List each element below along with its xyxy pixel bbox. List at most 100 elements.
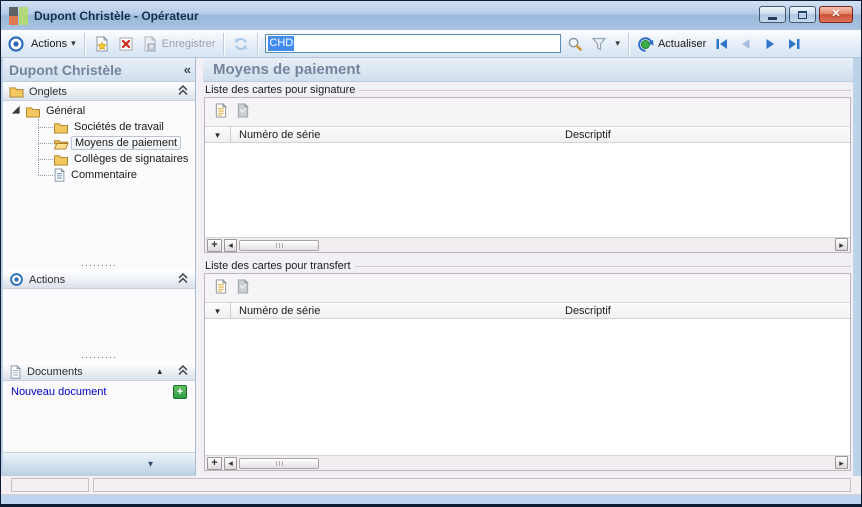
- tree-node-general[interactable]: Général: [3, 103, 195, 119]
- nav-previous-icon: [738, 36, 754, 52]
- title-bar[interactable]: Dupont Christèle - Opérateur ✕: [1, 1, 861, 30]
- tree-node-label: Collèges de signataires: [74, 153, 189, 165]
- sidebar-collapse-button[interactable]: «: [184, 62, 191, 77]
- sidebar: Dupont Christèle « Onglets Général Socié…: [3, 58, 196, 476]
- nav-last-icon: [786, 36, 802, 52]
- column-header-numero-serie[interactable]: Numéro de série: [231, 129, 557, 141]
- minimize-button[interactable]: [759, 6, 786, 23]
- panel-actions-header[interactable]: Actions: [3, 270, 195, 289]
- sidebar-filler: [3, 403, 195, 452]
- save-icon: [142, 35, 158, 52]
- grid-filter-dropdown[interactable]: ▾: [205, 303, 231, 318]
- actions-menu-button[interactable]: Actions ▾: [27, 36, 80, 52]
- collapse-chevron-icon: [177, 84, 189, 99]
- grid-toolbar: [205, 274, 850, 302]
- new-record-icon: [94, 35, 110, 52]
- actualiser-button[interactable]: Actualiser: [634, 34, 710, 54]
- reload-button[interactable]: [229, 34, 253, 54]
- panel-actions-body: [3, 289, 195, 354]
- folder-icon: [53, 121, 69, 134]
- minimize-icon: [768, 16, 777, 20]
- grid-open-card-button[interactable]: [235, 102, 251, 121]
- sidebar-bottom-bar[interactable]: ▾: [3, 452, 195, 476]
- status-bar: [1, 476, 861, 504]
- tree-node-label: Général: [46, 105, 86, 117]
- scroll-right-button[interactable]: ▸: [835, 238, 848, 251]
- column-header-descriptif[interactable]: Descriptif: [557, 305, 850, 317]
- chevron-down-icon: ▾: [615, 38, 620, 48]
- new-document-link[interactable]: Nouveau document: [11, 386, 106, 398]
- grid-scrollbar: + ◂ ▸: [205, 237, 850, 252]
- nav-previous-button[interactable]: [734, 34, 758, 54]
- nav-next-button[interactable]: [758, 34, 782, 54]
- app-window: Dupont Christèle - Opérateur ✕ Actions ▾: [0, 0, 862, 507]
- add-document-button[interactable]: +: [173, 385, 187, 399]
- panel-documents-header[interactable]: Documents ▴: [3, 362, 195, 381]
- new-card-icon: [213, 102, 229, 119]
- actualiser-label: Actualiser: [657, 37, 707, 50]
- filter-button[interactable]: [587, 34, 611, 54]
- grid-body-empty[interactable]: [205, 319, 850, 455]
- tree-node-societes[interactable]: Sociétés de travail: [3, 119, 195, 135]
- maximize-button[interactable]: [789, 6, 816, 23]
- toolbar-separator: [83, 32, 86, 55]
- grid-append-row-button[interactable]: +: [207, 456, 222, 470]
- new-record-button[interactable]: [90, 34, 114, 54]
- maximize-icon: [798, 10, 807, 19]
- frame-edge-right: [853, 58, 861, 476]
- tree-node-commentaire[interactable]: Commentaire: [3, 167, 195, 183]
- tree-node-colleges[interactable]: Collèges de signataires: [3, 151, 195, 167]
- close-button[interactable]: ✕: [819, 6, 853, 23]
- scroll-left-button[interactable]: ◂: [224, 456, 237, 470]
- scrollbar-thumb[interactable]: [239, 239, 319, 251]
- tree-node-label: Commentaire: [71, 169, 138, 181]
- cards-transfert-panel: ▾ Numéro de série Descriptif + ◂ ▸: [204, 273, 851, 471]
- panel-splitter-handle[interactable]: ·········: [3, 261, 195, 270]
- grid-new-card-button[interactable]: [213, 102, 229, 121]
- save-label: Enregistrer: [161, 37, 216, 50]
- toolbar-separator: [627, 32, 630, 55]
- search-value: CHD: [268, 36, 295, 51]
- scrollbar-thumb[interactable]: [239, 457, 319, 469]
- filter-dropdown-button[interactable]: ▾: [611, 36, 624, 51]
- actions-menu-label: Actions: [31, 37, 68, 50]
- group-caption-transfert: Liste des cartes pour transfert: [205, 260, 851, 272]
- tree-node-label: Sociétés de travail: [74, 121, 164, 133]
- grid-open-card-button[interactable]: [235, 278, 251, 297]
- grid-new-card-button[interactable]: [213, 278, 229, 297]
- grid-filter-dropdown[interactable]: ▾: [205, 127, 231, 142]
- delete-record-button[interactable]: [114, 34, 138, 54]
- scroll-left-button[interactable]: ◂: [224, 238, 237, 252]
- grid-append-row-button[interactable]: +: [207, 238, 222, 252]
- document-icon: [9, 364, 22, 379]
- grid-header-row: ▾ Numéro de série Descriptif: [205, 302, 850, 319]
- scroll-right-button[interactable]: ▸: [835, 456, 848, 469]
- delete-record-icon: [118, 36, 134, 52]
- grid-header-row: ▾ Numéro de série Descriptif: [205, 126, 850, 143]
- collapse-chevron-icon: [177, 272, 189, 287]
- status-row: [1, 476, 861, 495]
- open-card-icon-disabled: [235, 102, 251, 119]
- column-header-descriptif[interactable]: Descriptif: [557, 129, 850, 141]
- onglets-tree: Général Sociétés de travail Moyens de pa…: [3, 101, 195, 262]
- chevron-down-icon: ▾: [147, 459, 153, 470]
- panel-onglets-header[interactable]: Onglets: [3, 82, 195, 101]
- nav-next-icon: [762, 36, 778, 52]
- save-button[interactable]: Enregistrer: [138, 34, 220, 54]
- nav-last-button[interactable]: [782, 34, 806, 54]
- nav-first-button[interactable]: [710, 34, 734, 54]
- page-title: Moyens de paiement: [213, 61, 361, 78]
- toolbar-separator: [257, 32, 260, 55]
- tree-node-moyens-selected[interactable]: Moyens de paiement: [3, 135, 195, 151]
- grid-body-empty[interactable]: [205, 143, 850, 237]
- status-cell-left: [11, 478, 89, 492]
- new-card-icon: [213, 278, 229, 295]
- folder-icon: [25, 105, 41, 118]
- tree-node-label-selected: Moyens de paiement: [71, 136, 182, 150]
- tree-expander-icon[interactable]: [10, 104, 21, 118]
- search-input[interactable]: CHD: [265, 34, 562, 53]
- column-header-numero-serie[interactable]: Numéro de série: [231, 305, 557, 317]
- search-button[interactable]: [563, 34, 587, 54]
- panel-splitter-handle[interactable]: ·········: [3, 353, 195, 362]
- window-title: Dupont Christèle - Opérateur: [34, 9, 199, 23]
